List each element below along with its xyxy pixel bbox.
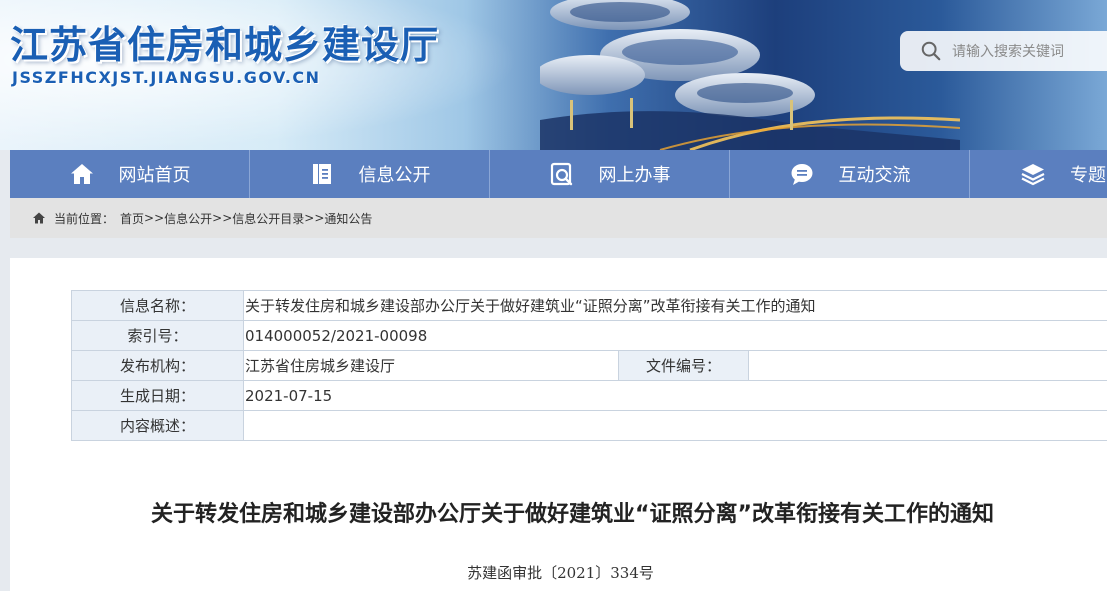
meta-label-summary: 内容概述：: [71, 410, 244, 441]
search-box[interactable]: [900, 31, 1107, 71]
nav-item-label: 专题: [1070, 165, 1106, 186]
breadcrumb-separator: >>: [212, 211, 233, 225]
nav-item-interaction[interactable]: 互动交流: [730, 150, 970, 198]
nav-item-label: 信息公开: [358, 165, 431, 186]
document-meta-table: 信息名称： 关于转发住房和城乡建设部办公厅关于做好建筑业“证照分离”改革衔接有关…: [71, 290, 1107, 441]
breadcrumb-link-info-catalog[interactable]: 信息公开目录: [232, 210, 304, 227]
meta-label-name: 信息名称：: [71, 290, 244, 321]
breadcrumb-home-icon: [33, 212, 45, 224]
nav-item-info-disclosure[interactable]: 信息公开: [250, 150, 490, 198]
table-row: 信息名称： 关于转发住房和城乡建设部办公厅关于做好建筑业“证照分离”改革衔接有关…: [71, 290, 1107, 321]
chat-bubble-icon: [791, 164, 812, 185]
table-row: 发布机构： 江苏省住房城乡建设厅 文件编号：: [71, 350, 1107, 381]
nav-item-home[interactable]: 网站首页: [10, 150, 250, 198]
breadcrumb-separator: >>: [304, 211, 325, 225]
home-icon: [70, 164, 93, 184]
document-icon: [312, 164, 331, 184]
breadcrumb: 当前位置： 首页 >> 信息公开 >> 信息公开目录 >> 通知公告: [10, 198, 1107, 238]
breadcrumb-link-notices[interactable]: 通知公告: [324, 210, 372, 227]
nav-item-label: 网上办事: [598, 165, 671, 186]
table-row: 索引号： 014000052/2021-00098: [71, 320, 1107, 351]
meta-value-index: 014000052/2021-00098: [243, 320, 1107, 351]
meta-value-summary: [243, 410, 1107, 441]
meta-value-org: 江苏省住房城乡建设厅: [243, 350, 619, 381]
breadcrumb-label: 当前位置：: [54, 211, 115, 226]
breadcrumb-link-home[interactable]: 首页: [120, 210, 144, 227]
breadcrumb-separator: >>: [144, 211, 165, 225]
stadium-illustration: [540, 0, 960, 150]
breadcrumb-link-info-disclosure[interactable]: 信息公开: [164, 210, 212, 227]
layers-icon: [1021, 164, 1045, 186]
search-input[interactable]: [950, 39, 1107, 65]
service-icon: [550, 162, 572, 186]
document-number: 苏建函审批〔2021〕334号: [467, 564, 654, 582]
meta-label-org: 发布机构：: [71, 350, 244, 381]
meta-value-docno: [748, 350, 1107, 381]
meta-label-docno: 文件编号：: [618, 350, 749, 381]
document-title: 关于转发住房和城乡建设部办公厅关于做好建筑业“证照分离”改革衔接有关工作的通知: [151, 502, 994, 527]
meta-value-date: 2021-07-15: [243, 380, 1107, 411]
site-domain: JSSZFHCXJST.JIANGSU.GOV.CN: [12, 68, 321, 87]
meta-label-index: 索引号：: [71, 320, 244, 351]
meta-label-date: 生成日期：: [71, 380, 244, 411]
site-title: 江苏省住房和城乡建设厅: [10, 23, 440, 67]
main-nav: 网站首页 信息公开 网上办事 互动交流 专题: [10, 150, 1107, 198]
content-panel: 信息名称： 关于转发住房和城乡建设部办公厅关于做好建筑业“证照分离”改革衔接有关…: [10, 258, 1107, 591]
nav-item-label: 互动交流: [838, 165, 911, 186]
meta-value-name: 关于转发住房和城乡建设部办公厅关于做好建筑业“证照分离”改革衔接有关工作的通知: [243, 290, 1107, 321]
header-banner: 江苏省住房和城乡建设厅 JSSZFHCXJST.JIANGSU.GOV.CN: [0, 0, 1107, 150]
table-row: 生成日期： 2021-07-15: [71, 380, 1107, 411]
nav-item-online-service[interactable]: 网上办事: [490, 150, 730, 198]
nav-item-topics[interactable]: 专题: [970, 150, 1107, 198]
search-icon[interactable]: [920, 40, 942, 62]
table-row: 内容概述：: [71, 410, 1107, 441]
nav-item-label: 网站首页: [118, 165, 191, 186]
